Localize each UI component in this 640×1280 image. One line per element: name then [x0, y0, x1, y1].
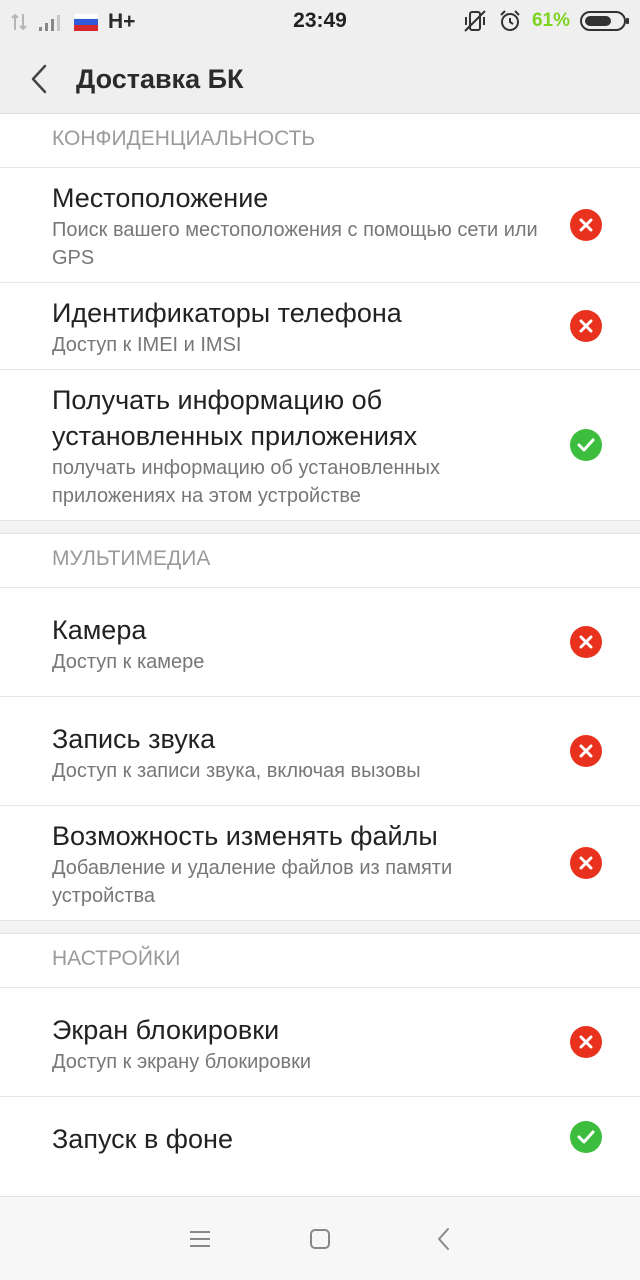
- chevron-left-icon: [31, 64, 47, 94]
- section-header-settings: НАСТРОЙКИ: [0, 934, 640, 988]
- permission-title: Местоположение: [52, 183, 269, 213]
- cross-icon: [579, 319, 593, 333]
- permission-camera[interactable]: Камера Доступ к камере: [0, 588, 640, 697]
- recent-apps-button[interactable]: [184, 1223, 216, 1255]
- status-bar: H+ 23:49 61%: [0, 0, 640, 44]
- denied-status-icon[interactable]: [570, 626, 602, 658]
- back-icon: [438, 1228, 449, 1250]
- permission-description: Доступ к записи звука, включая вызовы: [52, 760, 421, 782]
- permission-title: Камера: [52, 615, 147, 645]
- permission-description: Доступ к камере: [52, 651, 205, 673]
- permission-audio-recording[interactable]: Запись звука Доступ к записи звука, вклю…: [0, 697, 640, 806]
- permission-title: Экран блокировки: [52, 1015, 280, 1045]
- allowed-status-icon[interactable]: [570, 1121, 602, 1153]
- denied-status-icon[interactable]: [570, 209, 602, 241]
- permission-background-run[interactable]: Запуск в фоне: [0, 1097, 640, 1177]
- permissions-list[interactable]: КОНФИДЕНЦИАЛЬНОСТЬ Местоположение Поиск …: [0, 114, 640, 1196]
- permission-description: получать информацию об установленных при…: [52, 457, 440, 507]
- status-bar-right: 61%: [462, 8, 630, 34]
- permission-title: Запуск в фоне: [52, 1124, 233, 1154]
- navigation-bar: [0, 1196, 640, 1280]
- battery-icon: [580, 11, 629, 31]
- home-icon: [310, 1229, 330, 1249]
- permission-description: Добавление и удаление файлов из памяти у…: [52, 857, 453, 907]
- permission-description: Доступ к экрану блокировки: [52, 1051, 312, 1073]
- permission-description: Поиск вашего местоположения с помощью се…: [52, 219, 538, 269]
- section-header-multimedia: МУЛЬТИМЕДИА: [0, 534, 640, 588]
- battery-percent: 61%: [531, 10, 570, 31]
- permission-title: Идентификаторы телефона: [52, 298, 402, 328]
- allowed-status-icon[interactable]: [570, 429, 602, 461]
- system-back-button[interactable]: [428, 1223, 460, 1255]
- permission-description: Доступ к IMEI и IMSI: [52, 334, 242, 356]
- page-title: Доставка БК: [76, 64, 244, 94]
- menu-icon: [190, 1231, 210, 1247]
- section-header-privacy: КОНФИДЕНЦИАЛЬНОСТЬ: [0, 114, 640, 168]
- permission-title: Получать информацию об установленных при…: [52, 385, 418, 451]
- permission-installed-apps[interactable]: Получать информацию об установленных при…: [0, 370, 640, 520]
- permission-location[interactable]: Местоположение Поиск вашего местоположен…: [0, 168, 640, 283]
- check-icon: [577, 1130, 595, 1144]
- cross-icon: [579, 856, 593, 870]
- permission-modify-files[interactable]: Возможность изменять файлы Добавление и …: [0, 806, 640, 920]
- section-divider: [0, 520, 640, 534]
- denied-status-icon[interactable]: [570, 310, 602, 342]
- permission-title: Возможность изменять файлы: [52, 821, 438, 851]
- denied-status-icon[interactable]: [570, 1026, 602, 1058]
- cross-icon: [579, 744, 593, 758]
- home-button[interactable]: [304, 1223, 336, 1255]
- denied-status-icon[interactable]: [570, 735, 602, 767]
- vibrate-mode-icon: [464, 10, 486, 32]
- cross-icon: [579, 218, 593, 232]
- app-header: Доставка БК: [0, 44, 640, 114]
- permission-title: Запись звука: [52, 724, 216, 754]
- permission-phone-ids[interactable]: Идентификаторы телефона Доступ к IMEI и …: [0, 283, 640, 370]
- cross-icon: [579, 635, 593, 649]
- cross-icon: [579, 1035, 593, 1049]
- permission-lock-screen[interactable]: Экран блокировки Доступ к экрану блокиро…: [0, 988, 640, 1097]
- back-button[interactable]: [22, 61, 56, 97]
- denied-status-icon[interactable]: [570, 847, 602, 879]
- check-icon: [577, 438, 595, 452]
- section-divider: [0, 920, 640, 934]
- alarm-icon: [500, 10, 520, 31]
